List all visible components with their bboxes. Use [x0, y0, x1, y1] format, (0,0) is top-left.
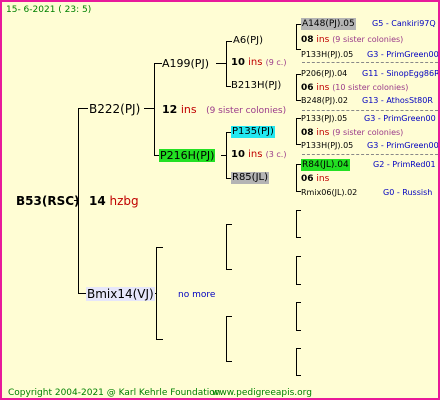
dam-count: 12: [162, 103, 178, 116]
connector: [296, 237, 301, 238]
g5-count-1: 08: [301, 35, 314, 45]
g4-p135[interactable]: P135(PJ): [231, 126, 275, 138]
g5-right-8: G0 - Russish: [383, 188, 433, 197]
g5-name-3[interactable]: P206(PJ).04: [301, 68, 347, 80]
connector: [156, 339, 163, 340]
dam-sire-sisters: (3 c.): [265, 150, 287, 159]
dam-sire-info: 10 ins (3 c.): [231, 149, 286, 161]
connector: [296, 256, 301, 257]
g4-a6-sisters: (9 c.): [265, 58, 287, 67]
connector: [156, 247, 163, 248]
connector: [296, 375, 301, 376]
g4-r85[interactable]: R85(JL): [231, 172, 269, 184]
dam-queen[interactable]: B222(PJ): [89, 102, 140, 116]
root-count: 14: [89, 194, 106, 208]
g5-count-2: 06: [301, 83, 314, 93]
connector: [296, 330, 301, 331]
g5-info-4: 06 ins: [301, 173, 329, 185]
connector: [296, 348, 301, 349]
g5-sisters-3: (9 sister colonies): [332, 128, 404, 137]
g5-right-6: G3 - PrimGreen00: [367, 141, 439, 150]
g5-info-3: 08 ins (9 sister colonies): [301, 127, 403, 139]
dam-sire-count: 10: [231, 149, 245, 160]
g5-right-5: G3 - PrimGreen00: [364, 114, 436, 123]
connector: [226, 316, 227, 362]
root-queen[interactable]: B53(RSC): [16, 194, 80, 208]
connector: [78, 108, 88, 109]
dam-info: 12 ins (9 sister colonies): [162, 103, 286, 118]
connector: [296, 118, 297, 145]
connector: [226, 224, 227, 270]
connector: [296, 210, 297, 238]
connector: [296, 24, 297, 50]
g4-a6-info: 10 ins (9 c.): [231, 57, 286, 69]
g5-name-8[interactable]: Rmix06(JL).02: [301, 187, 357, 199]
connector: [226, 41, 232, 42]
connector: [226, 316, 232, 317]
connector: [226, 224, 232, 225]
g5-name-4[interactable]: B248(PJ).02: [301, 95, 348, 107]
separator: [302, 110, 438, 111]
sire-note: no more: [178, 290, 216, 300]
connector: [296, 302, 301, 303]
g5-ins-4: ins: [316, 174, 330, 184]
website-link[interactable]: www.pedigreeapis.org: [212, 387, 312, 398]
sire-queen[interactable]: Bmix14(VJ): [86, 287, 155, 301]
g5-name-2[interactable]: P133H(PJ).05: [301, 49, 353, 61]
connector: [226, 269, 232, 270]
g5-right-3: G11 - SinopEgg86R: [362, 69, 440, 78]
separator: [302, 154, 438, 155]
dam-sire-queen[interactable]: P216H(PJ): [159, 149, 216, 162]
connector: [144, 108, 155, 109]
connector: [296, 74, 297, 101]
connector: [296, 284, 301, 285]
dam-sisters: (9 sister colonies): [206, 106, 287, 116]
g4-a6-count: 10: [231, 57, 245, 68]
g5-name-1[interactable]: A148(PJ).05: [301, 18, 356, 30]
copyright-text: Copyright 2004-2021 @ Karl Kehrle Founda…: [8, 388, 221, 398]
connector: [226, 41, 227, 87]
g5-count-4: 06: [301, 174, 314, 184]
separator: [302, 62, 438, 63]
connector: [226, 361, 232, 362]
connector: [216, 63, 227, 64]
connector: [296, 256, 297, 285]
dam-dam-queen[interactable]: A199(PJ): [162, 57, 209, 70]
g5-info-2: 06 ins (10 sister colonies): [301, 82, 408, 94]
connector: [296, 302, 297, 331]
date-stamp: 15- 6-2021 ( 23: 5): [6, 5, 92, 15]
g5-ins-2: ins: [316, 83, 330, 93]
connector: [154, 63, 155, 156]
connector: [296, 164, 297, 192]
g5-right-4: G13 - AthosSt80R: [362, 96, 433, 105]
pedigree-frame: { "header": { "date": "15- 6-2021 ( 23: …: [0, 0, 440, 400]
g5-sisters-2: (10 sister colonies): [332, 83, 409, 92]
g5-name-5[interactable]: P133(PJ).05: [301, 113, 347, 125]
g5-ins-1: ins: [316, 35, 330, 45]
g5-right-2: G3 - PrimGreen00: [367, 50, 439, 59]
g4-a6-ins: ins: [248, 57, 263, 68]
g5-sisters-1: (9 sister colonies): [332, 35, 404, 44]
g5-name-6[interactable]: P133H(PJ).05: [301, 140, 353, 152]
root-suffix: hzbg: [109, 194, 139, 208]
g5-ins-3: ins: [316, 128, 330, 138]
dam-sire-ins: ins: [248, 149, 263, 160]
connector: [221, 155, 227, 156]
connector: [296, 348, 297, 376]
g4-b213h[interactable]: B213H(PJ): [231, 80, 281, 92]
g5-right-1: G5 - Cankiri97Q: [372, 19, 436, 28]
root-info: 14 hzbg: [89, 194, 139, 208]
dam-ins: ins: [180, 103, 197, 116]
connector: [296, 210, 301, 211]
g5-count-3: 08: [301, 128, 314, 138]
g4-a6[interactable]: A6(PJ): [233, 35, 263, 47]
g5-right-7: G2 - PrimRed01: [373, 160, 436, 169]
g5-name-7[interactable]: R84(JL).04: [301, 159, 350, 171]
g5-info-1: 08 ins (9 sister colonies): [301, 34, 403, 46]
connector: [154, 63, 162, 64]
